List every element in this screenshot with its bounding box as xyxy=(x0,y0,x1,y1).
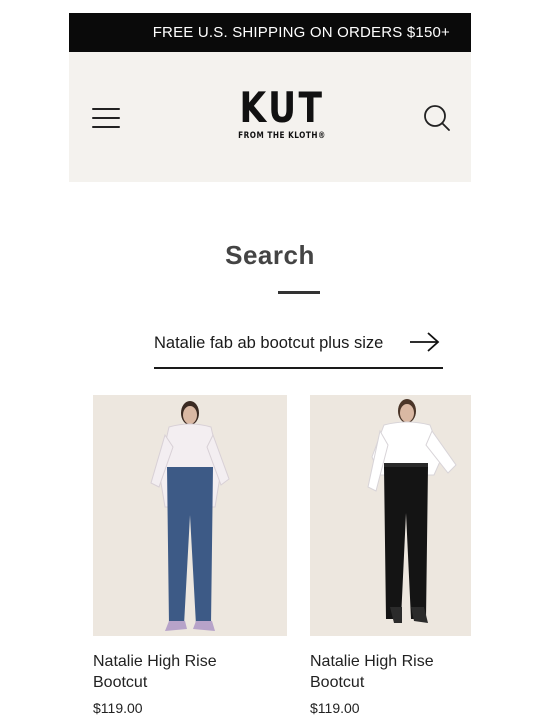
page: FREE U.S. SHIPPING ON ORDERS $150+ KUT F… xyxy=(69,13,471,720)
model-in-black-bootcut-jeans xyxy=(310,395,471,636)
announcement-text: FREE U.S. SHIPPING ON ORDERS $150+ xyxy=(152,24,450,41)
product-image[interactable] xyxy=(93,395,287,636)
product-card[interactable]: Natalie High Rise Bootcut $119.00 xyxy=(93,395,287,716)
search-input[interactable] xyxy=(154,331,414,355)
model-in-blue-bootcut-jeans xyxy=(93,395,287,636)
product-price: $119.00 xyxy=(93,700,143,716)
product-image[interactable] xyxy=(310,395,471,636)
product-card[interactable]: Natalie High Rise Bootcut $119.00 xyxy=(310,395,471,716)
logo[interactable]: KUT FROM THE KLOTH® xyxy=(227,83,337,142)
hamburger-menu-icon[interactable] xyxy=(91,105,121,131)
search-field xyxy=(154,327,443,369)
page-title: Search xyxy=(225,240,315,270)
product-name[interactable]: Natalie High Rise Bootcut xyxy=(310,651,471,693)
product-price: $119.00 xyxy=(310,700,360,716)
logo-sub-text: FROM THE KLOTH® xyxy=(238,131,326,141)
site-header: KUT FROM THE KLOTH® xyxy=(69,52,471,182)
arrow-right-icon[interactable] xyxy=(409,331,441,353)
title-underline xyxy=(278,291,320,294)
product-name[interactable]: Natalie High Rise Bootcut xyxy=(93,651,263,693)
search-icon[interactable] xyxy=(423,104,451,132)
logo-main-text: KUT xyxy=(239,83,325,132)
announcement-bar[interactable]: FREE U.S. SHIPPING ON ORDERS $150+ xyxy=(69,13,471,52)
